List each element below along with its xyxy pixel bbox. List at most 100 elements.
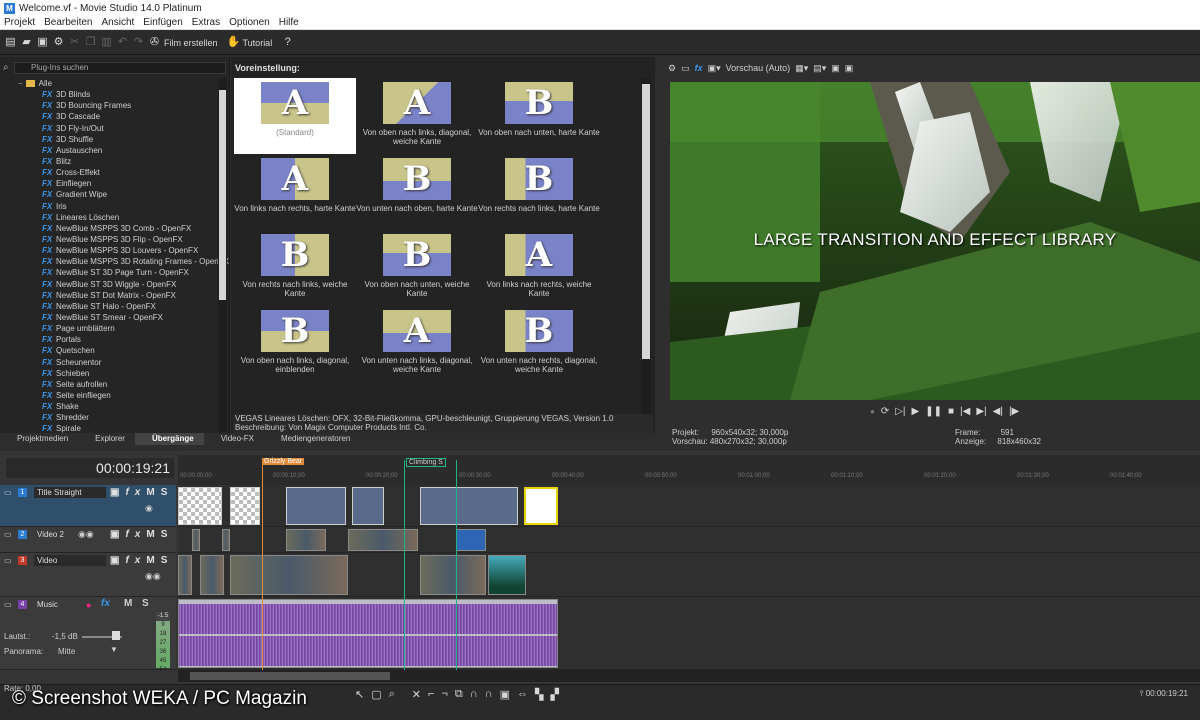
preset-item[interactable]: B Von oben nach unten, harte Kante (478, 78, 600, 154)
plugin-item[interactable]: FX Shredder (10, 412, 218, 423)
pan-handle[interactable]: ▼ (110, 645, 118, 654)
preset-item[interactable]: A (Standard) (234, 78, 356, 154)
track-header-1[interactable]: ▭ 1 Title Straight ▣fxMS ◉ (0, 485, 176, 527)
crossfade-icon[interactable]: ⇔ (517, 688, 528, 701)
save-icon[interactable]: ▣ (36, 36, 49, 49)
tab-explorer[interactable]: Explorer (78, 433, 135, 445)
track-name[interactable]: Music (34, 599, 82, 610)
settings-gear-icon[interactable]: ⚙ (52, 36, 65, 49)
preset-item[interactable]: A Von oben nach links, diagonal, weiche K… (356, 78, 478, 154)
preview-mode-icon[interactable]: ▣▾ (708, 63, 721, 74)
plugin-item[interactable]: FX 3D Cascade (10, 111, 218, 122)
preset-scrollbar[interactable] (641, 78, 651, 414)
plugin-item[interactable]: FX 3D Fly-In/Out (10, 123, 218, 134)
track-name[interactable]: Video (34, 555, 106, 566)
plugin-item[interactable]: FX NewBlue ST Halo - OpenFX (10, 301, 218, 312)
track-collapse-icon[interactable]: ▭ (4, 600, 12, 609)
track-header-4[interactable]: ▭ 4 Music ● fx M S Lautst.: -1,5 dB Pano… (0, 597, 176, 670)
play-icon[interactable]: ▶ (912, 406, 920, 417)
video-clip[interactable] (230, 555, 348, 595)
video-clip[interactable] (286, 529, 326, 551)
title-clip[interactable] (420, 487, 518, 525)
lock-icon[interactable]: ▣ (500, 688, 510, 701)
copy-frame-icon[interactable]: ▣ (831, 63, 840, 74)
plugin-item[interactable]: FX NewBlue ST Smear - OpenFX (10, 312, 218, 323)
preset-item[interactable]: A Von links nach rechts, weiche Kante (478, 230, 600, 306)
film-erstellen-button[interactable]: Film erstellen (164, 38, 218, 48)
audio-clip[interactable] (178, 599, 558, 668)
plugin-item[interactable]: FX NewBlue ST 3D Page Turn - OpenFX (10, 267, 218, 278)
track-buttons[interactable]: ▣fxMS (110, 529, 173, 540)
plugin-item[interactable]: FX NewBlue ST Dot Matrix - OpenFX (10, 290, 218, 301)
plugin-item[interactable]: FX Shake (10, 401, 218, 412)
tutorial-button[interactable]: Tutorial (243, 38, 273, 48)
tab-uebergaenge[interactable]: Übergänge (134, 433, 204, 445)
envelope-icon[interactable]: ▢ (371, 688, 381, 701)
track-name[interactable]: Video 2 (34, 529, 106, 540)
auto-ripple-icon[interactable]: ∩ (485, 688, 493, 701)
fx-icon[interactable]: fx (101, 598, 110, 609)
cut-icon[interactable]: ✂ (68, 36, 81, 49)
external-monitor-icon[interactable]: ▭ (681, 63, 690, 74)
video-clip[interactable] (200, 555, 224, 595)
title-clip[interactable] (178, 487, 222, 525)
plugin-item[interactable]: FX Quetschen (10, 345, 218, 356)
menu-einfuegen[interactable]: Einfügen (143, 17, 182, 28)
video-clip[interactable] (348, 529, 418, 551)
title-clip[interactable] (286, 487, 346, 525)
track-name[interactable]: Title Straight (34, 487, 106, 498)
plugin-item[interactable]: FX 3D Blinds (10, 89, 218, 100)
grid-icon[interactable]: ▦▾ (795, 63, 808, 74)
preset-item[interactable]: B Von oben nach links, diagonal, einblend… (234, 306, 356, 382)
copy-icon[interactable]: ❐ (84, 36, 97, 49)
split-icon[interactable]: ▤▾ (813, 63, 826, 74)
menu-optionen[interactable]: Optionen (229, 17, 270, 28)
preset-item[interactable]: A Von unten nach links, diagonal, weiche … (356, 306, 478, 382)
trim-start-icon[interactable]: ⌐ (428, 688, 434, 701)
tab-projektmedien[interactable]: Projektmedien (0, 433, 78, 445)
tab-video-fx[interactable]: Video-FX (204, 433, 264, 445)
plugin-item[interactable]: FX Schieben (10, 368, 218, 379)
preset-item[interactable]: B Von unten nach oben, harte Kante (356, 154, 478, 230)
plugin-item[interactable]: FX Iris (10, 201, 218, 212)
preset-item[interactable]: B Von rechts nach links, weiche Kante (234, 230, 356, 306)
menu-hilfe[interactable]: Hilfe (279, 17, 299, 28)
video-clip[interactable] (222, 529, 230, 551)
region-icon[interactable]: ▞ (550, 688, 558, 701)
track-buttons[interactable]: ▣fxMS (110, 487, 173, 498)
marker-climbing[interactable]: Climbing S (406, 458, 446, 467)
plugin-item[interactable]: FX Lineares Löschen (10, 212, 218, 223)
snap-icon[interactable]: ∩ (470, 688, 478, 701)
preset-item[interactable]: B Von oben nach unten, weiche Kante (356, 230, 478, 306)
timeline-hscroll[interactable] (178, 670, 1200, 682)
redo-icon[interactable]: ↷ (132, 36, 145, 49)
plugin-item[interactable]: FX Gradient Wipe (10, 189, 218, 200)
tutorial-icon[interactable]: ✋ (227, 36, 241, 49)
track-collapse-icon[interactable]: ▭ (4, 530, 12, 539)
volume-slider-handle[interactable] (112, 631, 120, 640)
lane-title[interactable] (178, 485, 1200, 527)
track-header-2[interactable]: ▭ 2 Video 2 ◉◉ ▣fxMS (0, 527, 176, 553)
motion-icon[interactable]: ◉◉ (78, 529, 94, 540)
preview-mode-select[interactable]: Vorschau (Auto) (726, 63, 791, 73)
plugin-item[interactable]: FX NewBlue MSPPS 3D Flip - OpenFX (10, 234, 218, 245)
plugin-item[interactable]: FX Portals (10, 334, 218, 345)
solo-button[interactable]: S (142, 598, 149, 609)
preset-item[interactable]: B Von unten nach rechts, diagonal, weiche… (478, 306, 600, 382)
marker-icon[interactable]: ▚ (535, 688, 543, 701)
undo-icon[interactable]: ↶ (116, 36, 129, 49)
trim-end-icon[interactable]: ¬ (441, 688, 447, 701)
preset-item[interactable]: B Von rechts nach links, harte Kante (478, 154, 600, 230)
video-clip[interactable] (192, 529, 200, 551)
plugin-item[interactable]: FX NewBlue MSPPS 3D Comb - OpenFX (10, 223, 218, 234)
plugin-search-input[interactable]: Plug-Ins suchen (14, 62, 226, 74)
plugin-item[interactable]: FX 3D Shuffle (10, 134, 218, 145)
go-to-start-icon[interactable]: |◀ (960, 406, 970, 417)
record-icon[interactable]: ● (870, 407, 875, 416)
composite-icon[interactable]: ◉◉ (145, 571, 161, 582)
gear-icon[interactable]: ⚙ (668, 63, 676, 74)
prev-frame-icon[interactable]: ◀| (993, 406, 1003, 417)
track-header-3[interactable]: ▭ 3 Video ▣fxMS ◉◉ (0, 553, 176, 597)
fx-clip[interactable] (456, 529, 486, 551)
track-collapse-icon[interactable]: ▭ (4, 556, 12, 565)
